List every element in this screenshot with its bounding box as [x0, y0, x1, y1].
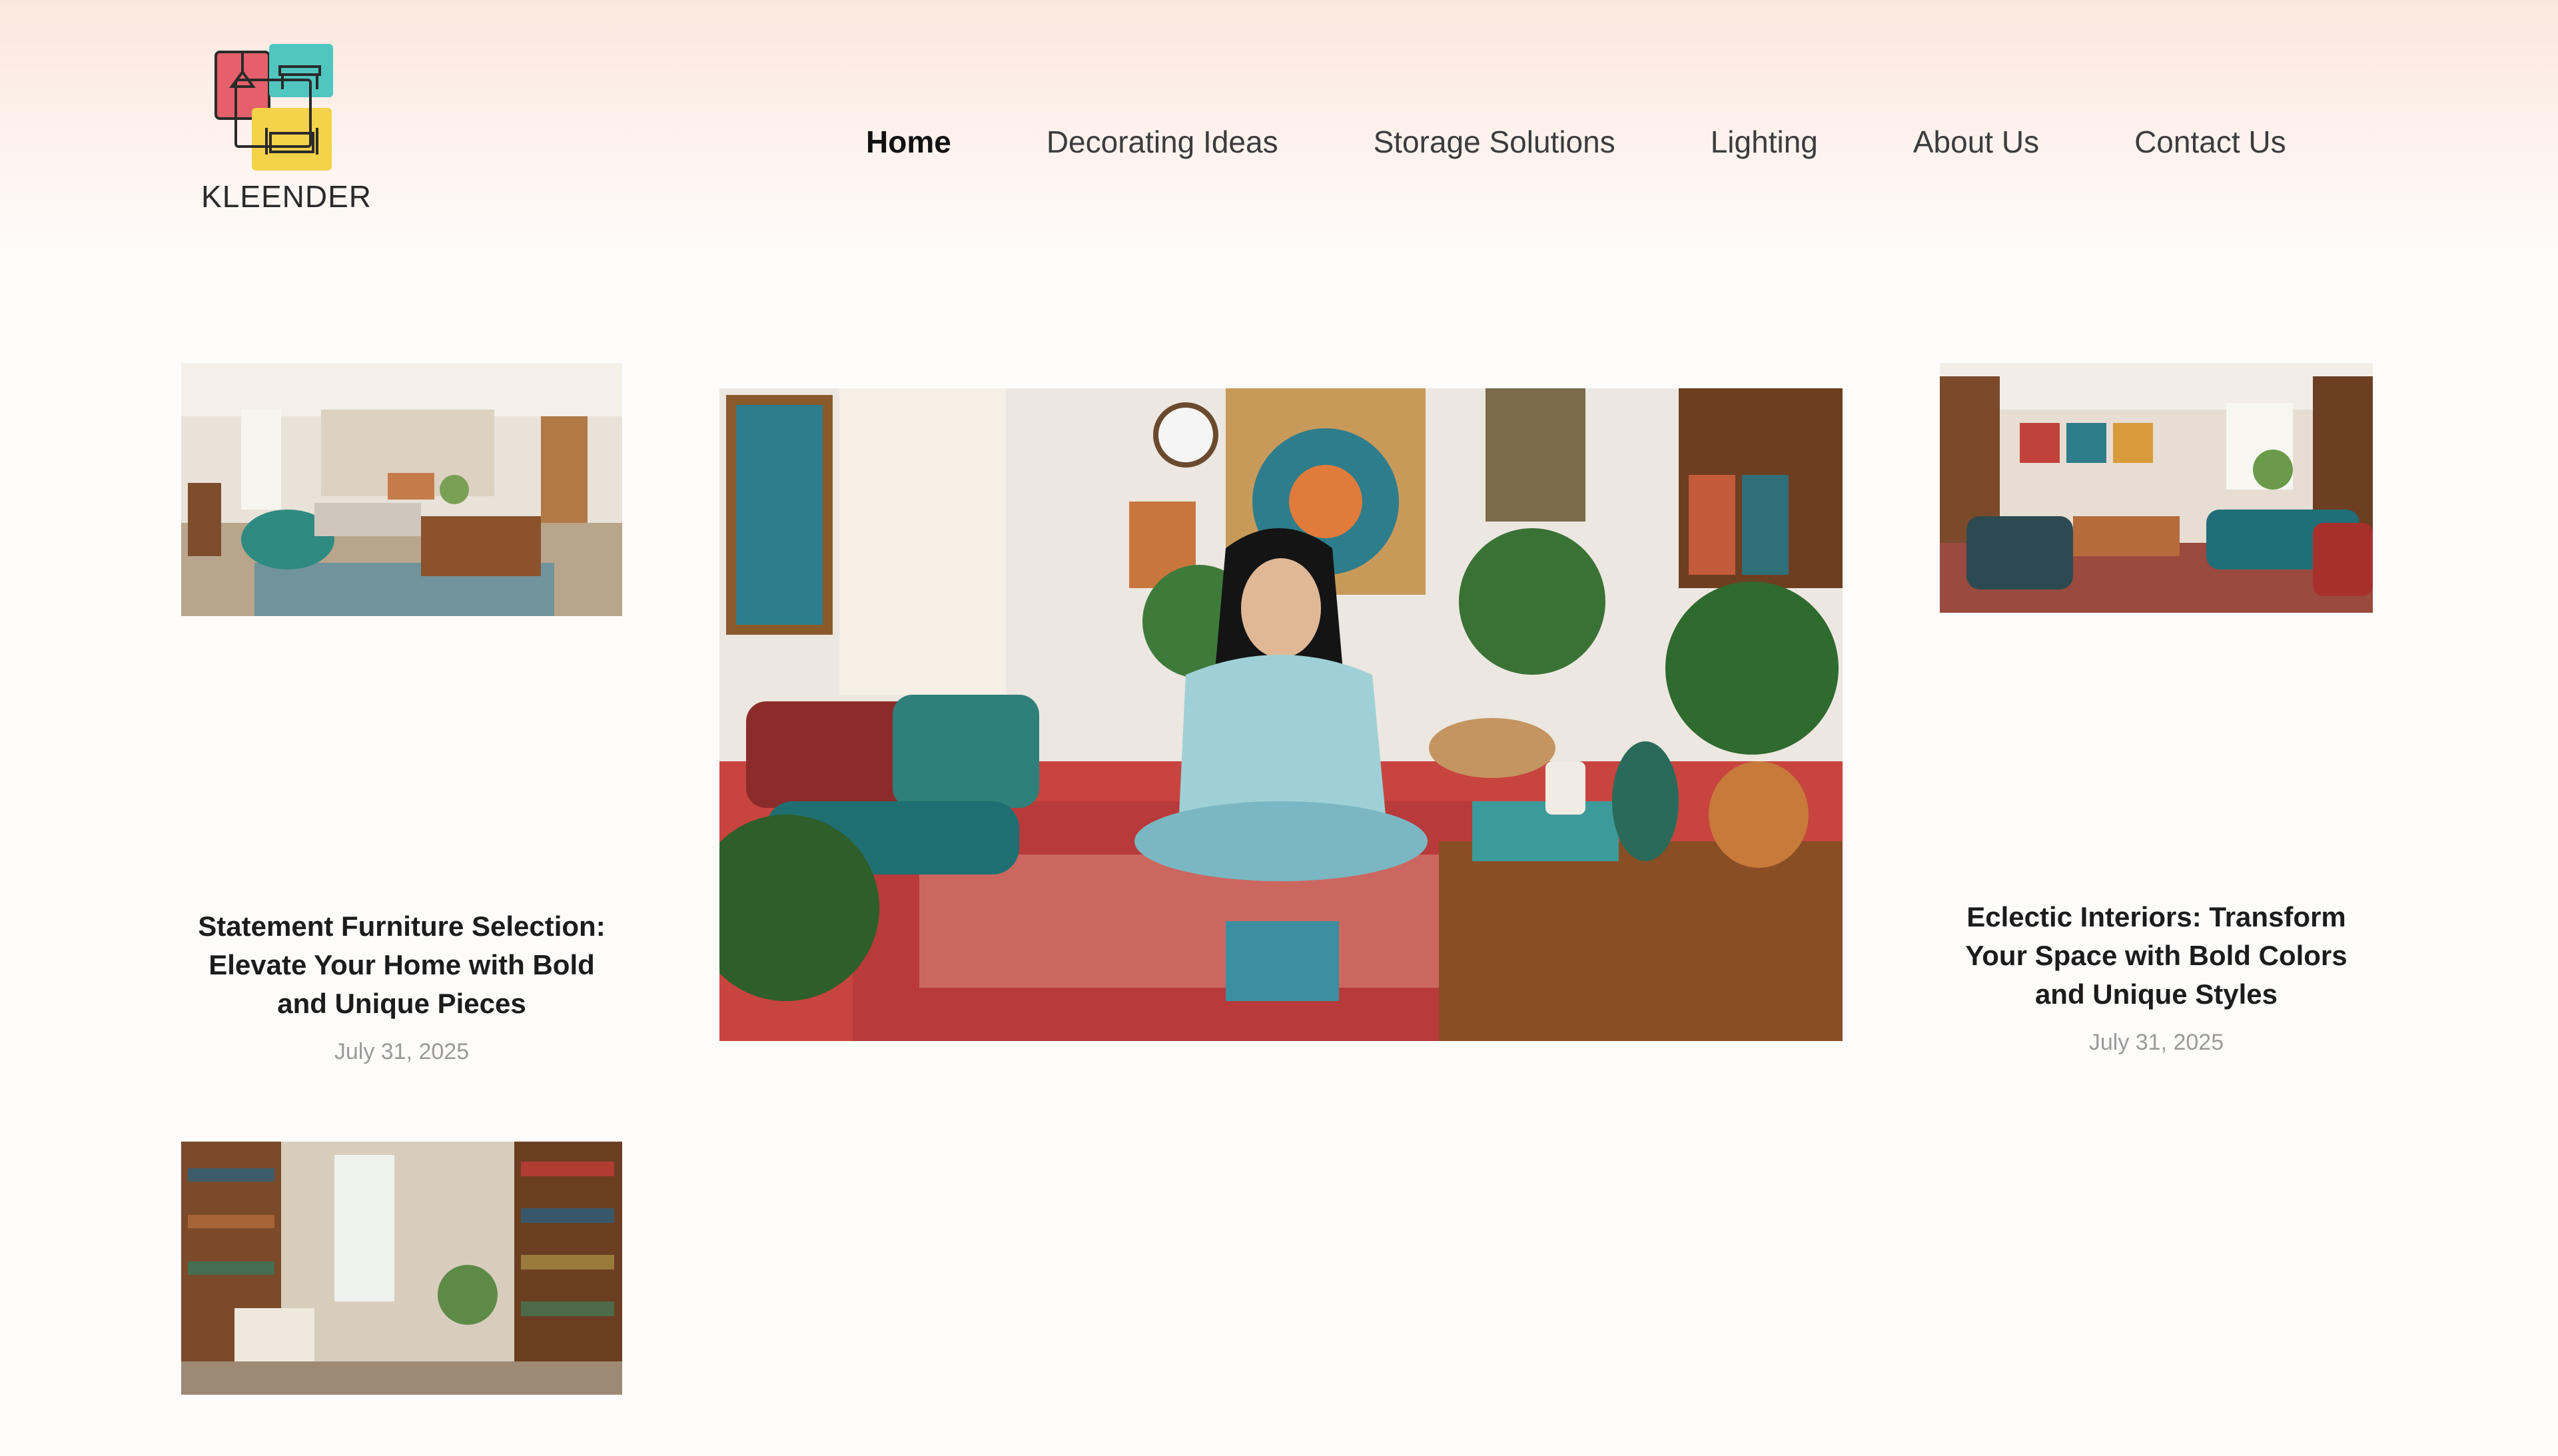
nav-decorating-ideas[interactable]: Decorating Ideas — [1047, 124, 1278, 160]
post-title-eclectic[interactable]: Eclectic Interiors: Transform Your Space… — [1940, 898, 2373, 1014]
post-date-furniture: July 31, 2025 — [334, 1039, 470, 1064]
site-header: KLEENDER Home Decorating Ideas Storage S… — [0, 0, 2558, 266]
brand-name: KLEENDER — [201, 179, 372, 214]
main-nav: Home Decorating Ideas Storage Solutions … — [866, 119, 2286, 165]
bohemian-room-image — [719, 388, 1843, 1041]
featured-hero-image[interactable] — [719, 388, 1843, 1041]
post-title-furniture[interactable]: Statement Furniture Selection: Elevate Y… — [181, 907, 622, 1023]
post-thumbnail-eclectic[interactable] — [1940, 363, 2373, 613]
post-thumbnail-library[interactable] — [181, 1142, 622, 1395]
post-date-eclectic: July 31, 2025 — [2088, 1030, 2224, 1055]
living-room-image — [181, 363, 622, 616]
furniture-logo-icon — [214, 44, 333, 171]
nav-contact-us[interactable]: Contact Us — [2134, 124, 2286, 160]
library-room-image — [181, 1142, 622, 1395]
eclectic-room-image — [1940, 363, 2373, 613]
nav-home[interactable]: Home — [866, 124, 951, 160]
nav-storage-solutions[interactable]: Storage Solutions — [1374, 124, 1615, 160]
nav-lighting[interactable]: Lighting — [1711, 124, 1818, 160]
post-thumbnail-furniture[interactable] — [181, 363, 622, 616]
site-logo[interactable]: KLEENDER — [200, 40, 373, 233]
nav-about-us[interactable]: About Us — [1913, 124, 2039, 160]
